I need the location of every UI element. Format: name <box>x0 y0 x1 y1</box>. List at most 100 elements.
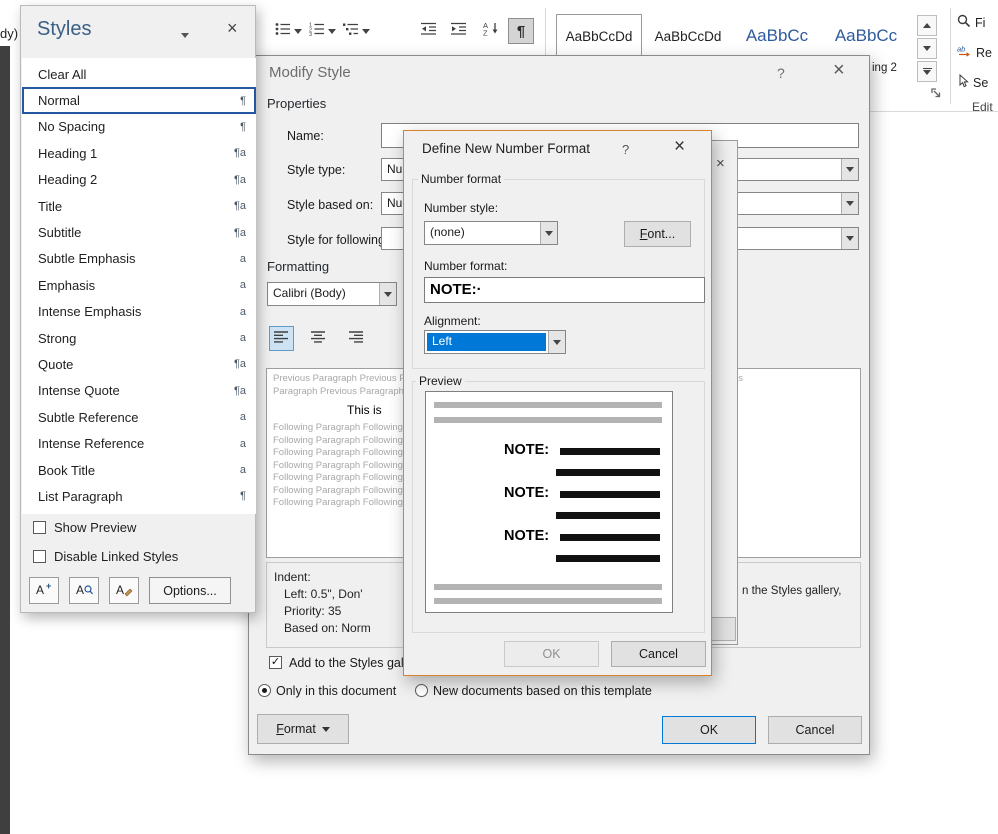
dropdown-arrow-icon[interactable] <box>379 283 396 305</box>
pane-menu-chevron-icon[interactable] <box>181 33 189 38</box>
style-item-quote[interactable]: Quote ¶a <box>22 351 256 377</box>
find-button[interactable]: Fi <box>957 14 985 31</box>
number-format-preview-panel: NOTE: NOTE: NOTE: <box>425 391 673 613</box>
style-item-emphasis[interactable]: Emphasis a <box>22 272 256 298</box>
style-item-strong[interactable]: Strong a <box>22 325 256 351</box>
ok-button[interactable]: OK <box>662 716 756 744</box>
replace-button[interactable]: ab Re <box>957 44 992 61</box>
show-paragraph-marks-button[interactable]: ¶ <box>508 18 534 44</box>
close-icon[interactable]: × <box>716 155 725 172</box>
select-cursor-icon <box>957 73 969 91</box>
ok-button[interactable]: OK <box>504 641 599 667</box>
placeholder-line <box>434 402 662 408</box>
format-button[interactable]: Format <box>257 714 349 744</box>
bullets-button[interactable] <box>270 18 307 44</box>
style-inspector-button[interactable]: A <box>69 577 99 604</box>
number-format-group-label: Number format <box>418 172 505 186</box>
style-item-heading2[interactable]: Heading 2 ¶a <box>22 167 256 193</box>
placeholder-line <box>434 584 662 590</box>
style-gallery-item-heading2[interactable]: AaBbCc <box>823 14 909 58</box>
dropdown-arrow-icon[interactable] <box>841 159 858 180</box>
placeholder-line <box>434 417 662 423</box>
svg-text:ab: ab <box>957 45 965 54</box>
numbering-button-partial[interactable] <box>712 617 736 641</box>
new-documents-label: New documents based on this template <box>433 684 652 698</box>
sort-az-icon: AZ <box>483 21 500 41</box>
style-item-title[interactable]: Title ¶a <box>22 193 256 219</box>
font-dropdown[interactable]: Calibri (Body) <box>267 282 397 306</box>
close-button[interactable]: × <box>674 136 685 158</box>
align-left-button[interactable] <box>269 326 294 351</box>
increase-indent-button[interactable] <box>446 18 472 44</box>
style-item-subtle-emphasis[interactable]: Subtle Emphasis a <box>22 246 256 272</box>
description-fragment-right: n the Styles gallery, <box>742 585 842 597</box>
style-gallery-item-heading1[interactable]: AaBbCc <box>734 14 820 58</box>
dropdown-arrow-icon[interactable] <box>841 193 858 214</box>
style-item-clear-all[interactable]: Clear All <box>22 61 256 87</box>
sort-button[interactable]: AZ <box>478 18 505 44</box>
dropdown-arrow-icon[interactable] <box>548 331 565 353</box>
gallery-label-fragment: ing 2 <box>872 62 897 74</box>
number-format-label: Number format: <box>424 259 508 273</box>
help-button[interactable]: ? <box>777 65 785 81</box>
gallery-scroll-up-button[interactable] <box>917 15 937 36</box>
align-right-button[interactable] <box>344 326 369 351</box>
number-format-input[interactable]: NOTE:· <box>424 277 705 303</box>
dropdown-arrow-icon[interactable] <box>540 222 557 244</box>
bullet-list-icon <box>275 22 291 41</box>
styles-pane-title: Styles <box>37 18 92 40</box>
align-center-button[interactable] <box>306 326 331 351</box>
only-this-document-radio[interactable] <box>258 684 271 697</box>
preview-note-label: NOTE: <box>504 442 550 458</box>
style-item-intense-quote[interactable]: Intense Quote ¶a <box>22 378 256 404</box>
dialog-title: Modify Style <box>269 64 351 81</box>
style-item-intense-reference[interactable]: Intense Reference a <box>22 430 256 456</box>
numbering-button[interactable]: 123 <box>304 18 341 44</box>
gallery-expand-button[interactable] <box>917 61 937 82</box>
style-item-no-spacing[interactable]: No Spacing ¶ <box>22 114 256 140</box>
style-gallery-item-normal[interactable]: AaBbCcDd <box>556 14 642 58</box>
style-item-subtitle[interactable]: Subtitle ¶a <box>22 219 256 245</box>
name-label: Name: <box>287 129 324 143</box>
disable-linked-checkbox[interactable] <box>33 550 46 563</box>
number-style-dropdown[interactable]: (none) <box>424 221 558 245</box>
new-style-icon: A + <box>35 581 53 600</box>
new-style-button[interactable]: A + <box>29 577 59 604</box>
decrease-indent-button[interactable] <box>416 18 442 44</box>
select-button[interactable]: Se <box>957 73 988 91</box>
styles-dialog-launcher[interactable] <box>930 86 946 102</box>
cancel-button[interactable]: Cancel <box>768 716 862 744</box>
editing-group-label-fragment: Edit <box>972 100 993 114</box>
options-button[interactable]: Options... <box>149 577 231 604</box>
style-item-book-title[interactable]: Book Title a <box>22 457 256 483</box>
pane-close-button[interactable]: × <box>227 18 238 39</box>
numbered-line <box>556 555 660 562</box>
close-button[interactable]: × <box>833 59 845 82</box>
svg-text:3: 3 <box>309 32 312 36</box>
help-button[interactable]: ? <box>622 142 629 157</box>
add-to-gallery-label: Add to the Styles galle <box>289 656 414 670</box>
dropdown-arrow-icon[interactable] <box>841 228 858 249</box>
gallery-scroll-down-button[interactable] <box>917 38 937 59</box>
style-item-normal[interactable]: Normal ¶ <box>22 87 256 114</box>
alignment-dropdown[interactable]: Left <box>424 330 566 354</box>
manage-styles-button[interactable]: A <box>109 577 139 604</box>
multilevel-list-button[interactable] <box>338 18 375 44</box>
add-to-gallery-checkbox[interactable]: ✓ <box>269 656 282 669</box>
font-button[interactable]: Font... <box>624 221 691 247</box>
numbered-line <box>556 512 660 519</box>
new-documents-radio[interactable] <box>415 684 428 697</box>
style-gallery-item-no-spacing[interactable]: AaBbCcDd <box>645 14 731 58</box>
style-item-intense-emphasis[interactable]: Intense Emphasis a <box>22 299 256 325</box>
show-preview-checkbox[interactable] <box>33 521 46 534</box>
define-number-format-dialog: Define New Number Format ? × Number form… <box>403 130 712 676</box>
numbered-line <box>560 491 660 498</box>
cancel-button[interactable]: Cancel <box>611 641 706 667</box>
preview-group-label: Preview <box>416 374 465 388</box>
replace-icon: ab <box>957 44 972 61</box>
style-item-subtle-reference[interactable]: Subtle Reference a <box>22 404 256 430</box>
style-item-heading1[interactable]: Heading 1 ¶a <box>22 140 256 166</box>
style-item-list-paragraph[interactable]: List Paragraph ¶ <box>22 483 256 509</box>
preview-sample-text: This is <box>347 403 382 417</box>
multilevel-list-icon <box>343 22 359 41</box>
